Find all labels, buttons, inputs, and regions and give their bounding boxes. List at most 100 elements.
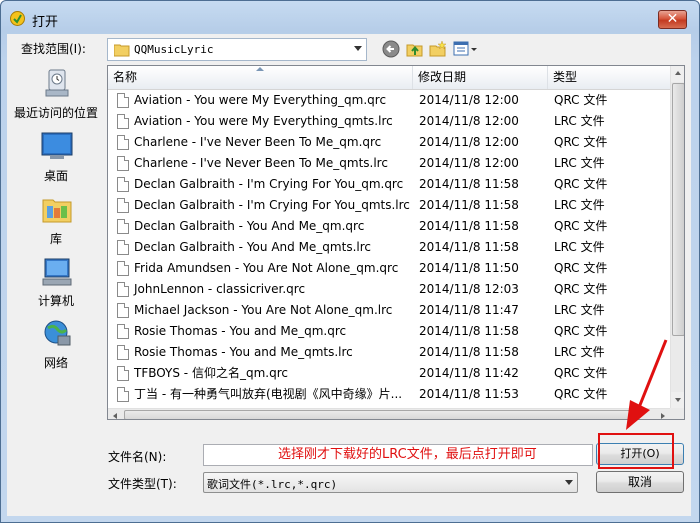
file-type: LRC 文件 xyxy=(554,198,605,212)
file-type-label: 文件类型(T): xyxy=(108,477,177,491)
file-type: LRC 文件 xyxy=(554,345,605,359)
file-date: 2014/11/8 11:58 xyxy=(419,219,519,233)
file-name-label: 文件名(N): xyxy=(108,450,167,464)
file-name: Declan Galbraith - You And Me_qmts.lrc xyxy=(134,240,371,254)
file-row[interactable]: 丁当 - 有一种勇气叫放弃(电视剧《风中奇缘》片... 2014/11/8 11:… xyxy=(108,384,670,405)
file-date: 2014/11/8 12:00 xyxy=(419,135,519,149)
file-date: 2014/11/8 11:58 xyxy=(419,345,519,359)
file-row[interactable]: JohnLennon - classicriver.qrc 2014/11/8 1… xyxy=(108,279,670,300)
file-type: QRC 文件 xyxy=(554,324,608,338)
file-row[interactable]: Declan Galbraith - You And Me_qmts.lrc 20… xyxy=(108,237,670,258)
file-icon xyxy=(117,387,129,402)
file-date: 2014/11/8 11:58 xyxy=(419,240,519,254)
column-date[interactable]: 修改日期 xyxy=(413,66,548,89)
instruction-annotation: 选择刚才下载好的LRC文件，最后点打开即可 xyxy=(278,447,537,462)
file-name: TFBOYS - 信仰之名_qm.qrc xyxy=(134,366,288,380)
close-button[interactable]: ✕ xyxy=(658,10,687,29)
file-name: Declan Galbraith - You And Me_qm.qrc xyxy=(134,219,365,233)
scroll-thumb[interactable] xyxy=(672,83,684,336)
file-type: QRC 文件 xyxy=(554,93,608,107)
annotation-arrow-icon xyxy=(626,339,668,430)
file-row[interactable]: Michael Jackson - You Are Not Alone_qm.l… xyxy=(108,300,670,321)
file-type: LRC 文件 xyxy=(554,114,605,128)
file-date: 2014/11/8 12:00 xyxy=(419,156,519,170)
file-date: 2014/11/8 11:58 xyxy=(419,324,519,338)
file-icon xyxy=(117,240,129,255)
network-icon xyxy=(44,320,71,346)
file-name: 丁当 - 有一种勇气叫放弃(电视剧《风中奇缘》片... xyxy=(134,387,403,401)
file-type-combo[interactable]: 歌词文件(*.lrc,*.qrc) xyxy=(203,472,578,493)
file-list[interactable]: 名称 修改日期 类型 Aviation - You were My Everyt… xyxy=(107,65,685,420)
file-date: 2014/11/8 11:47 xyxy=(419,303,519,317)
place-label: 最近访问的位置 xyxy=(13,106,98,120)
place-desktop[interactable]: 桌面 xyxy=(10,131,102,187)
view-menu-icon[interactable] xyxy=(452,39,478,59)
file-type: LRC 文件 xyxy=(554,303,605,317)
file-name: Charlene - I've Never Been To Me_qmts.lr… xyxy=(134,156,388,170)
file-icon xyxy=(117,324,129,339)
file-date: 2014/11/8 11:50 xyxy=(419,261,519,275)
file-row[interactable]: Rosie Thomas - You and Me_qm.qrc 2014/11/… xyxy=(108,321,670,342)
qqmusic-app-icon xyxy=(10,11,25,26)
chevron-down-icon[interactable] xyxy=(354,46,362,51)
places-bar: 最近访问的位置 桌面 库 计算机 网络 xyxy=(10,64,102,420)
file-date: 2014/11/8 12:00 xyxy=(419,114,519,128)
file-row[interactable]: Aviation - You were My Everything_qm.qrc… xyxy=(108,90,670,111)
place-label: 计算机 xyxy=(37,294,74,308)
file-icon xyxy=(117,198,129,213)
file-row[interactable]: Frida Amundsen - You Are Not Alone_qm.qr… xyxy=(108,258,670,279)
file-name: Aviation - You were My Everything_qmts.l… xyxy=(134,114,393,128)
arrow-left-icon xyxy=(113,413,117,419)
file-icon xyxy=(117,177,129,192)
column-type[interactable]: 类型 xyxy=(548,66,670,89)
libraries-icon xyxy=(42,199,72,223)
file-icon xyxy=(117,261,129,276)
scroll-up-button[interactable] xyxy=(671,66,684,82)
title-bar[interactable]: 打开 ✕ xyxy=(1,1,699,35)
file-name: Declan Galbraith - I'm Crying For You_qm… xyxy=(134,177,404,191)
file-row[interactable]: Declan Galbraith - I'm Crying For You_qm… xyxy=(108,174,670,195)
open-button[interactable]: 打开(O) xyxy=(596,443,684,465)
file-row[interactable]: TFBOYS - 信仰之名_qm.qrc 2014/11/8 11:42 QRC 文… xyxy=(108,363,670,384)
file-icon xyxy=(117,156,129,171)
place-libraries[interactable]: 库 xyxy=(10,194,102,250)
file-date: 2014/11/8 11:53 xyxy=(419,387,519,401)
file-date: 2014/11/8 11:58 xyxy=(419,177,519,191)
file-row[interactable]: Aviation - You were My Everything_qmts.l… xyxy=(108,111,670,132)
file-type: QRC 文件 xyxy=(554,219,608,233)
file-row[interactable]: Charlene - I've Never Been To Me_qm.qrc 2… xyxy=(108,132,670,153)
file-icon xyxy=(117,93,129,108)
file-type: LRC 文件 xyxy=(554,240,605,254)
up-folder-icon[interactable] xyxy=(405,39,425,59)
column-name[interactable]: 名称 xyxy=(108,66,413,89)
hscroll-thumb[interactable] xyxy=(124,410,636,419)
scroll-left-button[interactable] xyxy=(108,409,123,419)
place-network[interactable]: 网络 xyxy=(10,318,102,374)
list-header: 名称 修改日期 类型 xyxy=(108,66,670,90)
place-computer[interactable]: 计算机 xyxy=(10,256,102,312)
look-in-combo[interactable]: QQMusicLyric xyxy=(107,38,367,61)
recent-places-icon xyxy=(45,69,69,97)
file-name: Declan Galbraith - I'm Crying For You_qm… xyxy=(134,198,410,212)
file-date: 2014/11/8 11:42 xyxy=(419,366,519,380)
file-row[interactable]: Rosie Thomas - You and Me_qmts.lrc 2014/1… xyxy=(108,342,670,363)
back-icon[interactable] xyxy=(381,39,401,59)
arrow-up-icon xyxy=(675,71,681,75)
desktop-icon xyxy=(41,132,73,159)
file-row[interactable]: Declan Galbraith - You And Me_qm.qrc 2014… xyxy=(108,216,670,237)
chevron-down-icon[interactable] xyxy=(565,480,573,485)
file-row[interactable]: Charlene - I've Never Been To Me_qmts.lr… xyxy=(108,153,670,174)
file-type: QRC 文件 xyxy=(554,366,608,380)
file-icon xyxy=(117,219,129,234)
file-row[interactable]: Declan Galbraith - I'm Crying For You_qm… xyxy=(108,195,670,216)
file-name: Charlene - I've Never Been To Me_qm.qrc xyxy=(134,135,382,149)
file-date: 2014/11/8 11:58 xyxy=(419,198,519,212)
file-name: Aviation - You were My Everything_qm.qrc xyxy=(134,93,387,107)
new-folder-icon[interactable] xyxy=(428,39,448,59)
place-recent[interactable]: 最近访问的位置 xyxy=(10,68,102,124)
sort-ascending-icon xyxy=(256,67,264,71)
file-icon xyxy=(117,303,129,318)
place-label: 库 xyxy=(49,232,62,246)
horizontal-scrollbar[interactable] xyxy=(108,408,670,419)
cancel-button[interactable]: 取消 xyxy=(596,471,684,493)
